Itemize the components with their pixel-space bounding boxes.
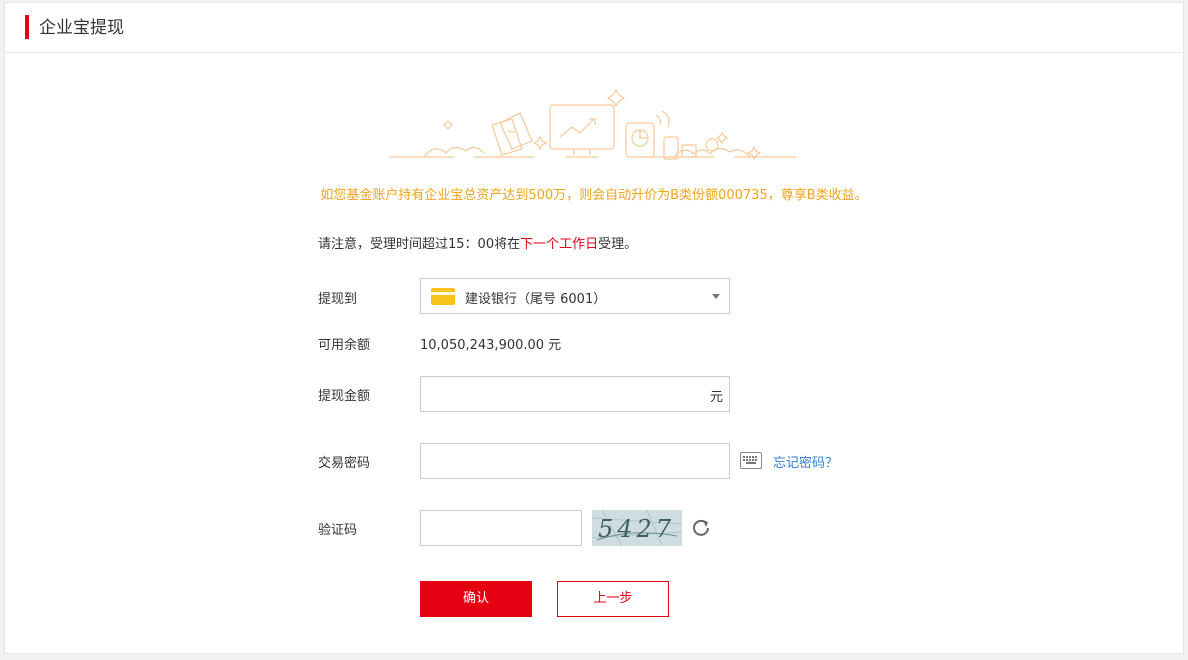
chevron-down-icon — [712, 294, 720, 299]
bank-card-icon — [431, 288, 455, 305]
keyboard-icon[interactable] — [740, 452, 762, 469]
bank-account-select[interactable]: 建设银行（尾号 6001） — [420, 278, 730, 314]
captcha-image[interactable]: 5427 — [592, 510, 682, 546]
amount-unit: 元 — [709, 390, 723, 405]
captcha-input[interactable] — [421, 511, 581, 545]
withdraw-amount-field: 元 — [420, 376, 730, 412]
captcha-field — [420, 510, 582, 546]
bank-selected-value: 建设银行（尾号 6001） — [465, 292, 607, 307]
note-suffix: 受理。 — [598, 237, 638, 252]
withdraw-amount-input[interactable] — [421, 377, 729, 411]
trade-password-input[interactable] — [421, 444, 729, 478]
note-highlight: 下一个工作日 — [520, 237, 599, 252]
processing-time-note: 请注意，受理时间超过15：00将在下一个工作日受理。 — [318, 233, 637, 252]
upgrade-notice: 如您基金账户持有企业宝总资产达到500万，则会自动升价为B类份额000735，尊… — [320, 188, 868, 203]
panel-header: 企业宝提现 — [5, 3, 1183, 53]
refresh-icon[interactable] — [691, 517, 711, 537]
page-title: 企业宝提现 — [39, 18, 124, 38]
confirm-button[interactable]: 确认 — [420, 581, 532, 617]
captcha-image-text: 5427 — [598, 515, 675, 543]
withdraw-amount-label: 提现金额 — [318, 389, 371, 404]
available-balance-label: 可用余额 — [318, 338, 371, 353]
banner-illustration — [389, 88, 796, 161]
note-prefix: 请注意，受理时间超过15：00将在 — [318, 237, 521, 252]
trade-password-field — [420, 443, 730, 479]
available-balance-value: 10,050,243,900.00 元 — [420, 338, 562, 353]
header-accent-bar — [25, 15, 29, 39]
trade-password-label: 交易密码 — [318, 456, 371, 471]
forgot-password-link[interactable]: 忘记密码？ — [773, 452, 838, 471]
captcha-label: 验证码 — [318, 523, 358, 538]
withdraw-to-label: 提现到 — [318, 292, 358, 307]
previous-step-button[interactable]: 上一步 — [557, 581, 669, 617]
